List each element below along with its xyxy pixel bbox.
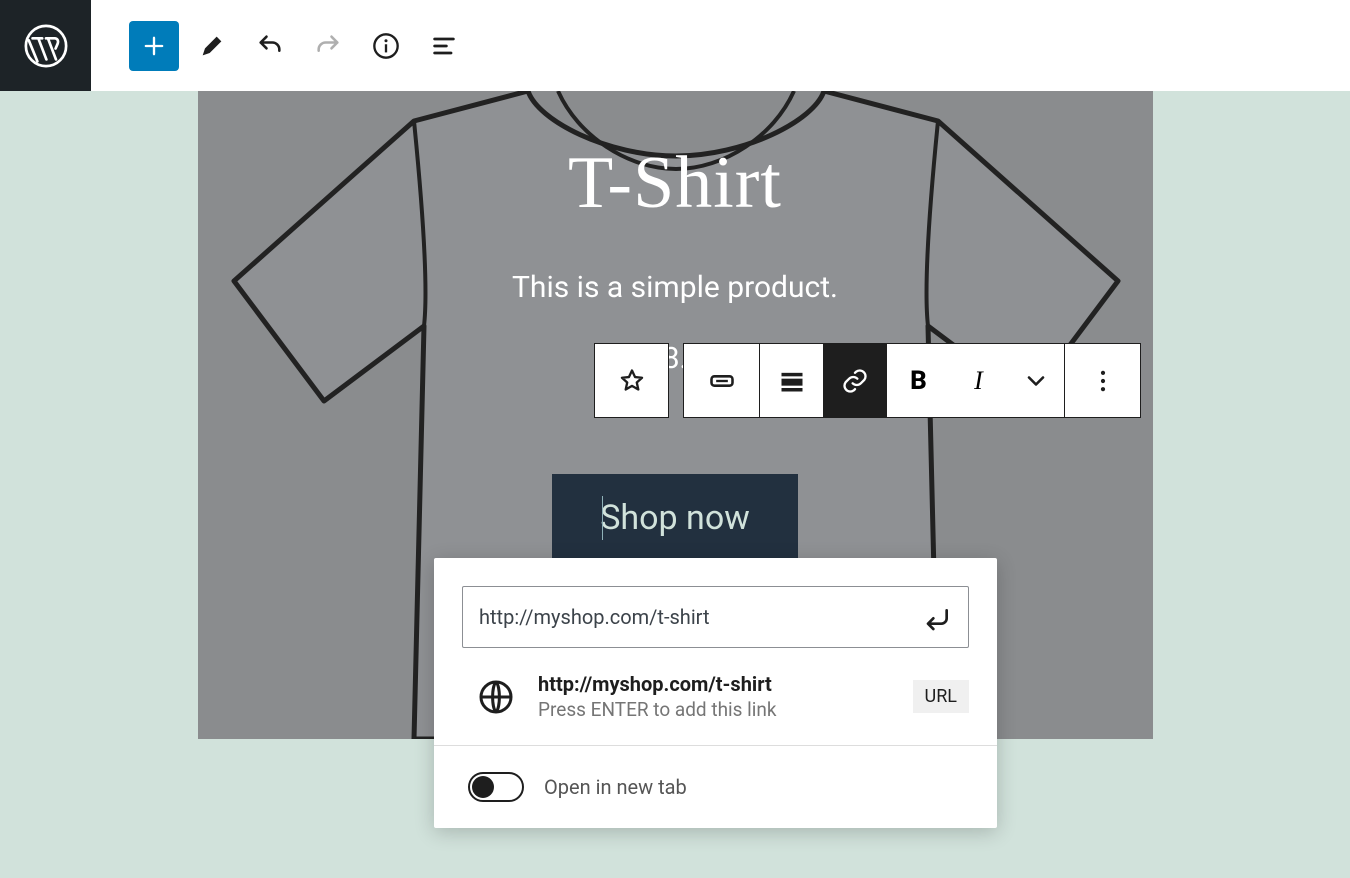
shop-now-label: Shop now — [600, 498, 750, 538]
align-icon — [778, 367, 806, 395]
url-badge: URL — [913, 680, 969, 713]
submit-link-button[interactable] — [920, 601, 952, 633]
suggestion-text: http://myshop.com/t-shirt Press ENTER to… — [538, 672, 889, 721]
block-toolbar: B I — [594, 343, 1141, 418]
block-toolbar-group-5 — [1064, 343, 1141, 418]
link-url-input-wrap — [462, 586, 969, 648]
chevron-down-icon — [1022, 367, 1050, 395]
change-style-button[interactable] — [684, 344, 759, 417]
product-title[interactable]: T-Shirt — [568, 141, 782, 226]
undo-button[interactable] — [245, 21, 295, 71]
button-style-icon — [708, 367, 736, 395]
open-new-tab-label: Open in new tab — [544, 775, 687, 799]
block-type-button[interactable] — [595, 344, 668, 417]
editor-top-toolbar — [0, 0, 1350, 91]
plus-icon — [140, 32, 168, 60]
italic-icon: I — [974, 366, 983, 396]
redo-button[interactable] — [303, 21, 353, 71]
edit-mode-button[interactable] — [187, 21, 237, 71]
link-popover: http://myshop.com/t-shirt Press ENTER to… — [434, 558, 997, 828]
link-icon — [841, 367, 869, 395]
more-rich-text-button[interactable] — [1007, 344, 1064, 417]
link-url-input[interactable] — [479, 605, 908, 629]
add-block-button[interactable] — [129, 21, 179, 71]
star-outline-icon — [618, 367, 646, 395]
toggle-knob — [472, 776, 494, 798]
text-cursor — [602, 496, 603, 540]
block-toolbar-group-2 — [683, 343, 760, 418]
italic-button[interactable]: I — [950, 344, 1007, 417]
list-view-icon — [430, 32, 458, 60]
block-toolbar-group-4: B I — [886, 343, 1065, 418]
open-new-tab-toggle[interactable] — [468, 772, 524, 802]
link-suggestion[interactable]: http://myshop.com/t-shirt Press ENTER to… — [434, 662, 997, 745]
shop-now-button[interactable]: Shop now — [552, 474, 798, 562]
details-button[interactable] — [361, 21, 411, 71]
link-input-row — [434, 558, 997, 662]
undo-icon — [256, 32, 284, 60]
suggestion-url: http://myshop.com/t-shirt — [538, 672, 889, 696]
wordpress-logo[interactable] — [0, 0, 91, 91]
bold-button[interactable]: B — [887, 344, 950, 417]
align-button[interactable] — [760, 344, 823, 417]
bold-icon: B — [910, 366, 927, 396]
suggestion-hint: Press ENTER to add this link — [538, 698, 889, 721]
wordpress-icon — [23, 23, 69, 69]
block-toolbar-group-1 — [594, 343, 669, 418]
product-subtitle[interactable]: This is a simple product. — [512, 270, 838, 305]
enter-icon — [920, 601, 952, 633]
info-icon — [372, 32, 400, 60]
block-toolbar-group-3 — [759, 343, 887, 418]
open-new-tab-row: Open in new tab — [434, 746, 997, 828]
more-vertical-icon — [1089, 367, 1117, 395]
toolbar-buttons — [91, 21, 469, 71]
redo-icon — [314, 32, 342, 60]
pencil-icon — [198, 32, 226, 60]
link-button[interactable] — [823, 344, 886, 417]
outline-button[interactable] — [419, 21, 469, 71]
block-options-button[interactable] — [1065, 344, 1140, 417]
globe-icon — [478, 679, 514, 715]
